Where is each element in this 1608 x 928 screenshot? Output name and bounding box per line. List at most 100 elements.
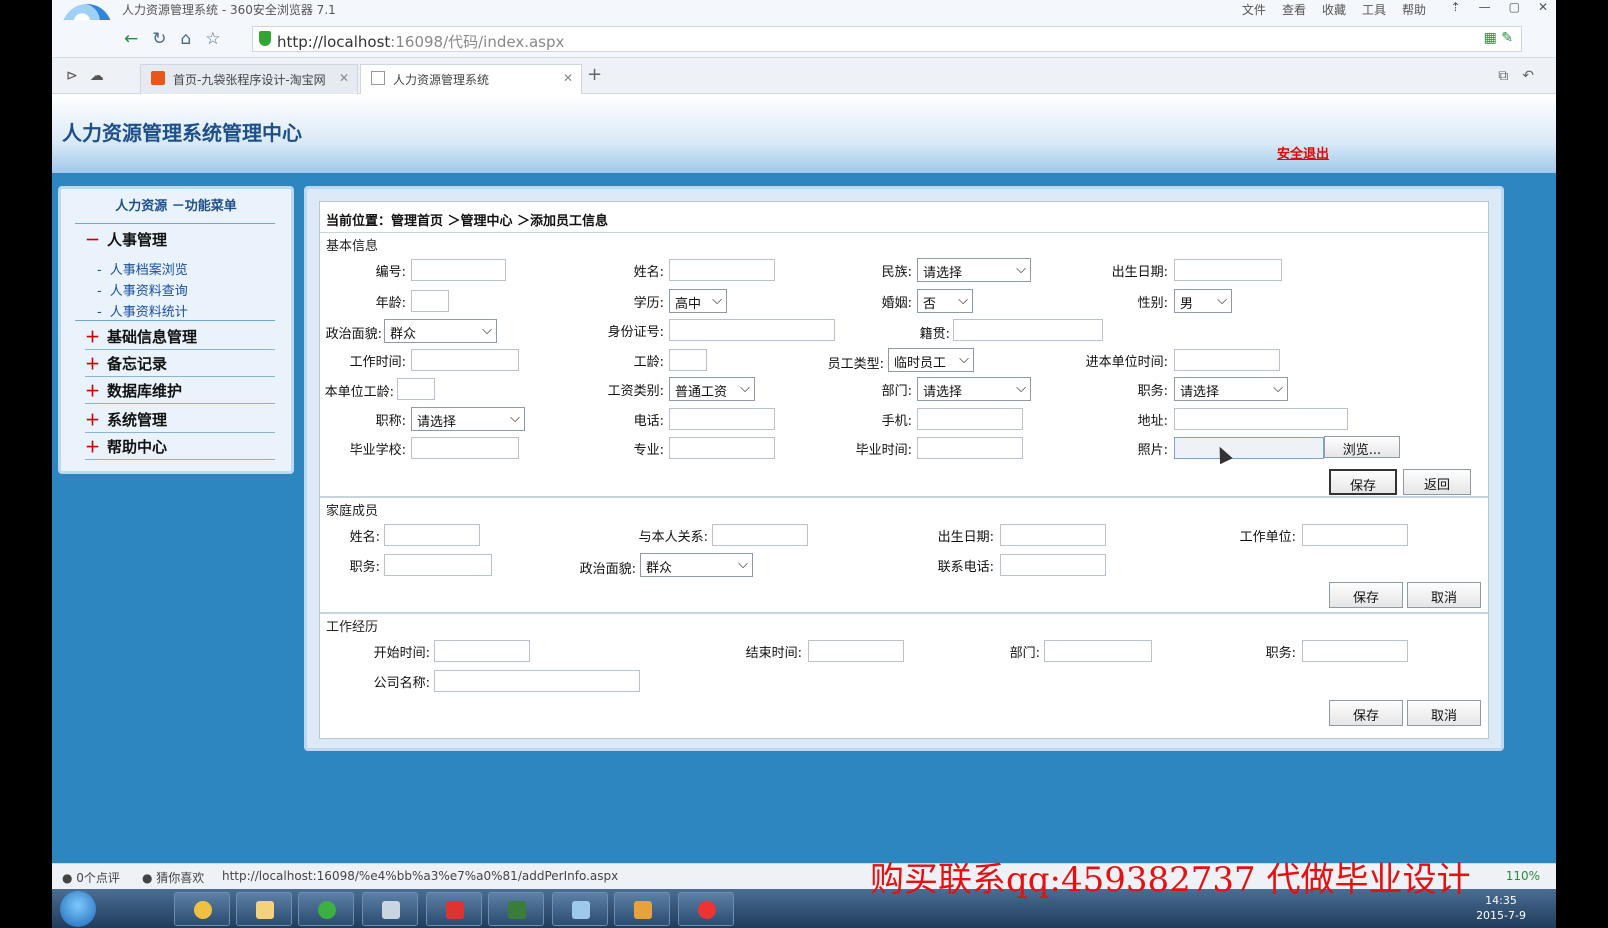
menu-group-help[interactable]: ＋ 帮助中心 (85, 436, 275, 460)
family-phone-input[interactable] (1000, 554, 1106, 576)
school-input[interactable] (411, 437, 519, 459)
minimize-icon[interactable]: — (1479, 0, 1491, 14)
family-political-select[interactable]: 群众 ⌵ (640, 553, 753, 577)
id-input[interactable] (411, 259, 506, 281)
dept-select[interactable]: 请选择 ⌵ (917, 377, 1031, 401)
marriage-select[interactable]: 否 ⌵ (917, 289, 973, 313)
family-post-input[interactable] (384, 554, 492, 576)
post-select[interactable]: 请选择 ⌵ (1174, 377, 1288, 401)
url-input[interactable]: http://localhost:16098/代码/index.aspx ▦ ✎ (252, 26, 1522, 52)
political-select[interactable]: 群众 ⌵ (384, 319, 497, 343)
name-input[interactable] (669, 259, 775, 281)
browse-button[interactable]: 浏览... (1324, 436, 1400, 458)
undo-icon[interactable]: ↶ (1522, 68, 1534, 84)
taskbar-game-icon[interactable] (678, 892, 734, 926)
pin-icon[interactable]: ⇡ (1451, 0, 1461, 14)
menu-help[interactable]: 帮助 (1402, 1, 1426, 18)
taskbar-browser-icon[interactable] (298, 892, 354, 926)
taskbar-terminal-icon[interactable] (488, 892, 544, 926)
taskbar-app-icon[interactable] (426, 892, 482, 926)
menu-favorites[interactable]: 收藏 (1322, 1, 1346, 18)
menu-view[interactable]: 查看 (1282, 1, 1306, 18)
refresh-icon[interactable]: ↻ (152, 29, 166, 49)
menu-file[interactable]: 文件 (1242, 1, 1266, 18)
unitage-input[interactable] (397, 378, 435, 400)
new-tab-icon[interactable]: + (587, 64, 602, 85)
tab-taobao[interactable]: 首页-九袋张程序设计-淘宝网 ✕ (140, 64, 358, 94)
family-birth-input[interactable] (1000, 524, 1106, 546)
menu-group-basic-info[interactable]: ＋ 基础信息管理 (85, 326, 275, 350)
cloud-icon[interactable]: ☁ (90, 68, 104, 84)
taskbar-tool-icon[interactable] (362, 892, 418, 926)
worktime-input[interactable] (411, 349, 519, 371)
home-icon[interactable]: ⌂ (181, 29, 192, 49)
logout-link[interactable]: 安全退出 (1277, 143, 1329, 162)
jointime-input[interactable] (1174, 349, 1280, 371)
seniority-input[interactable] (669, 349, 707, 371)
tab-hr-system[interactable]: 人力资源管理系统 ✕ (360, 64, 582, 94)
end-input[interactable] (808, 640, 904, 662)
menu-group-personnel[interactable]: － 人事管理 (85, 229, 275, 252)
menu-item-query[interactable]: - 人事资料查询 (97, 280, 188, 299)
menu-group-memo[interactable]: ＋ 备忘记录 (85, 353, 275, 377)
reviews-label: 0个点评 (76, 871, 120, 885)
star-icon[interactable]: ☆ (205, 29, 220, 49)
sidebar-toggle-icon[interactable]: ⊳ (66, 68, 78, 84)
photo-file-input[interactable] (1174, 437, 1324, 459)
menu-group-system[interactable]: ＋ 系统管理 (85, 409, 275, 433)
ethnic-select[interactable]: 请选择 ⌵ (917, 258, 1031, 282)
zoom-level[interactable]: 110% (1506, 869, 1540, 883)
native-input[interactable] (953, 319, 1103, 341)
salary-select[interactable]: 普通工资 ⌵ (669, 377, 755, 401)
emptype-select[interactable]: 临时员工 ⌵ (888, 348, 974, 372)
gradtime-input[interactable] (917, 437, 1023, 459)
title-select[interactable]: 请选择 ⌵ (411, 407, 525, 431)
company-input[interactable] (434, 670, 640, 692)
menu-tools[interactable]: 工具 (1362, 1, 1386, 18)
tab-close-icon[interactable]: ✕ (563, 71, 573, 85)
taskbar-folder-icon[interactable] (236, 892, 292, 926)
taskbar-paint-icon[interactable] (614, 892, 670, 926)
mobile-input[interactable] (917, 408, 1023, 430)
taskbar-search-icon[interactable] (174, 892, 230, 926)
start-input[interactable] (434, 640, 530, 662)
back-icon[interactable]: ← (124, 29, 138, 49)
major-input[interactable] (669, 437, 775, 459)
work-cancel-button[interactable]: 取消 (1407, 700, 1481, 726)
age-input[interactable] (411, 290, 449, 312)
family-cancel-button[interactable]: 取消 (1407, 582, 1481, 608)
label-emptype: 员工类型: (827, 357, 884, 372)
clock-time: 14:35 (1485, 894, 1517, 907)
maximize-icon[interactable]: ▢ (1509, 0, 1520, 14)
phone-input[interactable] (669, 408, 775, 430)
menu-item-archive-browse[interactable]: - 人事档案浏览 (97, 259, 188, 278)
qr-icon[interactable]: ▦ ✎ (1484, 30, 1513, 46)
basic-save-button[interactable]: 保存 (1329, 469, 1397, 495)
work-dept-input[interactable] (1044, 640, 1152, 662)
edu-select[interactable]: 高中 ⌵ (669, 289, 727, 313)
birth-input[interactable] (1174, 259, 1282, 281)
menu-group-database[interactable]: ＋ 数据库维护 (85, 380, 275, 404)
chevron-down-icon: ⌵ (1273, 381, 1283, 396)
window-title: 人力资源管理系统 - 360安全浏览器 7.1 (122, 3, 336, 17)
tab-close-icon[interactable]: ✕ (339, 71, 349, 85)
basic-back-button[interactable]: 返回 (1403, 469, 1471, 495)
address-input[interactable] (1174, 408, 1348, 430)
close-icon[interactable]: ✕ (1538, 0, 1548, 14)
taskbar-clock[interactable]: 14:35 2015-7-9 (1476, 893, 1526, 923)
relation-input[interactable] (712, 524, 808, 546)
watermark-text: 购买联系qq:459382737 代做毕业设计 (870, 860, 1471, 900)
gender-select[interactable]: 男 ⌵ (1174, 289, 1232, 313)
taskbar-editor-icon[interactable] (552, 892, 608, 926)
restore-tab-icon[interactable]: ⧉ (1498, 68, 1508, 84)
start-button-icon[interactable] (60, 891, 96, 927)
guess-status[interactable]: ● 猜你喜欢 (142, 869, 204, 886)
work-save-button[interactable]: 保存 (1329, 700, 1403, 726)
workunit-input[interactable] (1302, 524, 1408, 546)
family-name-input[interactable] (384, 524, 480, 546)
family-save-button[interactable]: 保存 (1329, 582, 1403, 608)
idcard-input[interactable] (669, 319, 835, 341)
menu-item-stats[interactable]: - 人事资料统计 (97, 301, 188, 320)
work-post-input[interactable] (1302, 640, 1408, 662)
reviews-status[interactable]: ● 0个点评 (62, 869, 120, 886)
